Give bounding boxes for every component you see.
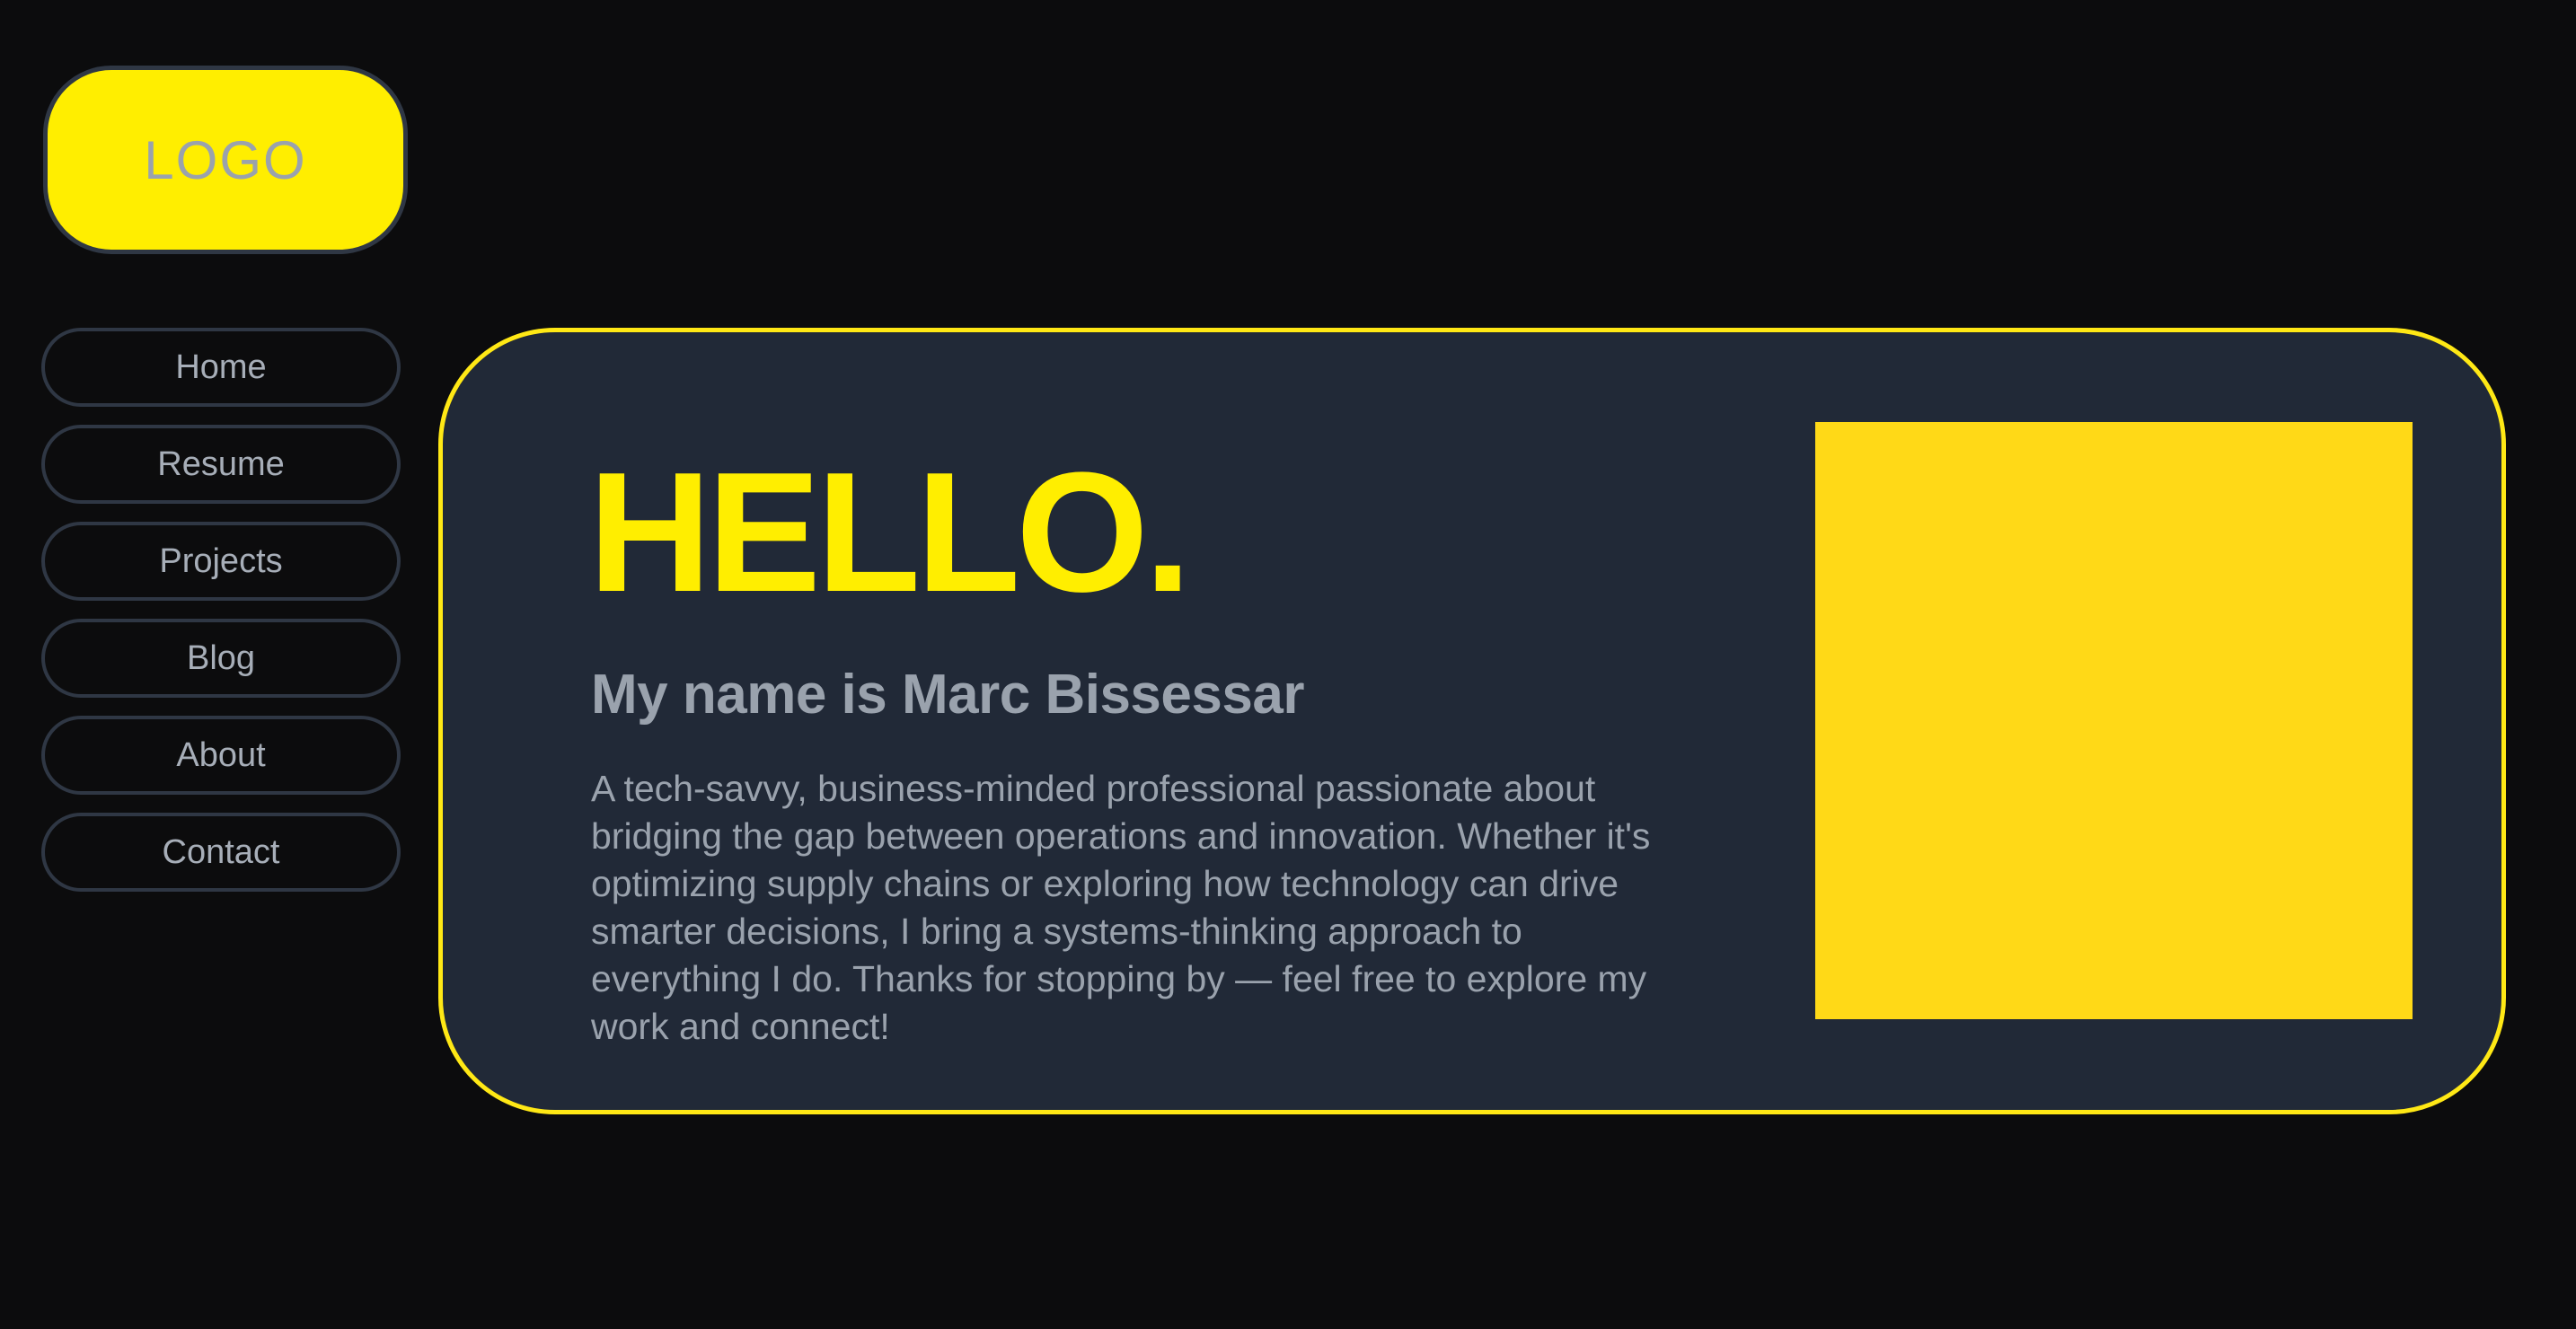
hero-greeting: HELLO. (588, 437, 1192, 628)
nav-projects-button[interactable]: Projects (41, 522, 401, 601)
nav-projects-label: Projects (159, 542, 283, 580)
nav-blog-button[interactable]: Blog (41, 619, 401, 698)
nav-blog-label: Blog (186, 639, 256, 677)
nav-resume-label: Resume (157, 445, 285, 483)
hero-bio: A tech-savvy, business-minded profession… (591, 768, 1651, 1047)
logo-text: LOGO (144, 129, 307, 190)
main-navigation: Home Resume Projects Blog About Contact (41, 328, 401, 910)
logo[interactable]: LOGO (43, 66, 408, 254)
nav-about-button[interactable]: About (41, 716, 401, 795)
nav-contact-button[interactable]: Contact (41, 813, 401, 892)
hero-card: HELLO. My name is Marc Bissessar A tech-… (438, 328, 2506, 1114)
nav-home-label: Home (175, 348, 267, 386)
profile-photo-placeholder (1815, 422, 2413, 1019)
nav-home-button[interactable]: Home (41, 328, 401, 407)
hero-name-heading: My name is Marc Bissessar (591, 664, 1304, 726)
nav-resume-button[interactable]: Resume (41, 425, 401, 504)
nav-contact-label: Contact (162, 833, 280, 871)
nav-about-label: About (176, 736, 266, 774)
